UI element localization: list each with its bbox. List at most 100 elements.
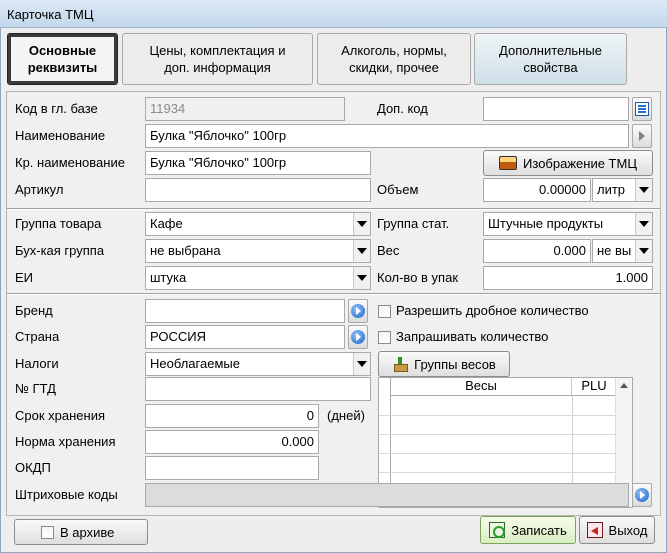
title-bar: Карточка ТМЦ: [0, 0, 667, 28]
grid-header-plu[interactable]: PLU: [572, 378, 617, 396]
exit-button[interactable]: Выход: [579, 516, 655, 544]
kod-field[interactable]: 11934: [145, 97, 345, 121]
name-field[interactable]: Булка "Яблочко" 100гр: [145, 124, 629, 148]
barcodes-field[interactable]: [145, 483, 629, 507]
pack-label: Кол-во в упак: [377, 270, 459, 285]
weight-field[interactable]: 0.000: [483, 239, 591, 263]
dop-kod-label: Доп. код: [377, 101, 428, 116]
buh-group-select[interactable]: не выбрана: [145, 239, 371, 263]
arrow-right-icon: [635, 488, 649, 502]
ei-label: ЕИ: [15, 270, 34, 285]
archive-toggle[interactable]: В архиве: [14, 519, 148, 545]
artikul-label: Артикул: [15, 182, 64, 197]
archive-checkbox[interactable]: [41, 525, 54, 539]
separator: [7, 293, 660, 295]
shelf-life-label: Срок хранения: [15, 408, 105, 423]
dop-kod-list-button[interactable]: [632, 97, 652, 121]
stat-group-select[interactable]: Штучные продукты: [483, 212, 653, 236]
separator: [7, 208, 660, 210]
tab-prices-info[interactable]: Цены, комплектация и доп. информация: [122, 33, 313, 85]
ei-select[interactable]: штука: [145, 266, 371, 290]
storage-label: Норма хранения: [15, 434, 116, 449]
buh-group-label: Бух-кая группа: [15, 243, 105, 258]
scale-icon: [392, 356, 409, 372]
kod-label: Код в гл. базе: [15, 101, 98, 116]
tab-label: Цены, комплектация и доп. информация: [149, 43, 286, 75]
weight-unit-value: не вы: [597, 243, 632, 258]
tab-main-requisites[interactable]: Основные реквизиты: [7, 33, 118, 85]
image-button-label: Изображение ТМЦ: [523, 155, 637, 171]
grid-row-line: [379, 472, 616, 473]
save-button[interactable]: Записать: [480, 516, 576, 544]
fractional-label: Разрешить дробное количество: [396, 303, 589, 318]
arrow-right-icon: [639, 131, 645, 141]
grid-row-line: [379, 453, 616, 454]
buh-group-value: не выбрана: [150, 243, 221, 258]
country-field[interactable]: РОССИЯ: [145, 325, 345, 349]
save-button-label: Записать: [511, 522, 567, 538]
group-value: Кафе: [150, 216, 183, 231]
gtd-label: № ГТД: [15, 381, 56, 396]
arrow-right-icon: [351, 304, 365, 318]
chevron-down-icon[interactable]: [353, 353, 370, 375]
stat-group-label: Группа стат.: [377, 216, 450, 231]
artikul-field[interactable]: [145, 178, 371, 202]
tab-additional-properties[interactable]: Дополнительные свойства: [474, 33, 627, 85]
volume-unit-select[interactable]: литр: [592, 178, 653, 202]
tab-label: Основные реквизиты: [27, 43, 98, 75]
chevron-down-icon[interactable]: [635, 213, 652, 235]
scroll-up-icon[interactable]: [620, 383, 628, 388]
volume-unit-value: литр: [597, 182, 626, 197]
name-label: Наименование: [15, 128, 106, 143]
name-select-button[interactable]: [632, 124, 652, 148]
shelf-life-field[interactable]: 0: [145, 404, 319, 428]
exit-button-label: Выход: [608, 522, 648, 538]
arrow-right-icon: [351, 330, 365, 344]
weight-unit-select[interactable]: не вы: [592, 239, 653, 263]
grid-header-scales[interactable]: Весы: [391, 378, 572, 396]
save-icon: [489, 522, 506, 538]
ask-qty-checkbox[interactable]: [378, 331, 391, 344]
chevron-down-icon[interactable]: [353, 240, 370, 262]
exit-icon: [586, 522, 603, 538]
barcodes-select-button[interactable]: [632, 483, 652, 507]
dop-kod-field[interactable]: [483, 97, 629, 121]
brand-field[interactable]: [145, 299, 345, 323]
chevron-down-icon[interactable]: [353, 267, 370, 289]
chevron-down-icon[interactable]: [635, 240, 652, 262]
window-title: Карточка ТМЦ: [7, 7, 94, 22]
archive-label: В архиве: [60, 524, 115, 540]
volume-field[interactable]: 0.00000: [483, 178, 591, 202]
storage-field[interactable]: 0.000: [145, 430, 319, 454]
group-select[interactable]: Кафе: [145, 212, 371, 236]
image-button[interactable]: Изображение ТМЦ: [483, 150, 653, 176]
shelf-life-unit: (дней): [327, 408, 365, 423]
gtd-field[interactable]: [145, 377, 371, 401]
grid-row-line: [379, 434, 616, 435]
pack-field[interactable]: 1.000: [483, 266, 653, 290]
tax-label: Налоги: [15, 356, 59, 371]
tax-value: Необлагаемые: [150, 356, 240, 371]
chevron-down-icon[interactable]: [353, 213, 370, 235]
ask-qty-label: Запрашивать количество: [396, 329, 549, 344]
grid-row-line: [379, 415, 616, 416]
tab-label: Алкоголь, нормы, скидки, прочее: [341, 43, 447, 75]
okdp-field[interactable]: [145, 456, 319, 480]
weight-groups-button[interactable]: Группы весов: [378, 351, 510, 377]
short-name-label: Кр. наименование: [15, 155, 125, 170]
tax-select[interactable]: Необлагаемые: [145, 352, 371, 376]
fractional-checkbox[interactable]: [378, 305, 391, 318]
tab-alcohol-norms[interactable]: Алкоголь, нормы, скидки, прочее: [317, 33, 471, 85]
image-icon: [499, 156, 518, 170]
chevron-down-icon[interactable]: [635, 179, 652, 201]
weight-label: Вес: [377, 243, 400, 258]
list-icon: [635, 102, 649, 116]
okdp-label: ОКДП: [15, 460, 51, 475]
short-name-field[interactable]: Булка "Яблочко" 100гр: [145, 151, 371, 175]
weight-groups-label: Группы весов: [414, 356, 496, 372]
brand-select-button[interactable]: [348, 299, 368, 323]
group-label: Группа товара: [15, 216, 102, 231]
volume-label: Объем: [377, 182, 419, 197]
country-select-button[interactable]: [348, 325, 368, 349]
country-label: Страна: [15, 329, 60, 344]
